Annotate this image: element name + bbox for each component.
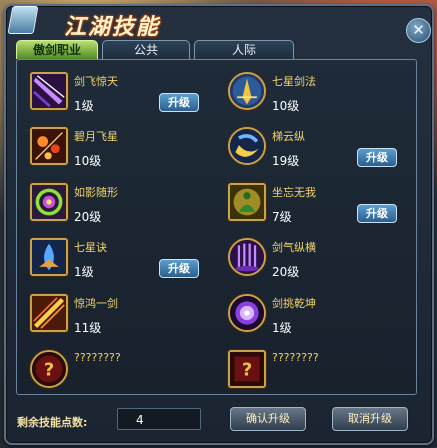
upgrade-button[interactable]: 升级 (159, 93, 199, 112)
skill-name: 剑飞惊天 (74, 75, 118, 88)
svg-text:?: ? (44, 359, 54, 380)
blue-crescent-icon[interactable] (228, 127, 266, 165)
unknown-square-icon[interactable]: ? (228, 350, 266, 388)
skill-level: 20级 (272, 265, 300, 279)
purple-sword-rain-icon[interactable] (228, 238, 266, 276)
skill-name: ???????? (272, 351, 319, 364)
skill-slot: 剑气纵横 20级 (228, 238, 408, 288)
skill-slot: 惊鸿一剑 11级 (30, 294, 210, 344)
skill-level: 10级 (272, 99, 300, 113)
skill-name: 剑气纵横 (272, 241, 316, 254)
skill-slot: 剑飞惊天 1级 升级 (30, 72, 210, 122)
skill-slot: 坐忘无我 7级 升级 (228, 183, 408, 233)
skill-slot: 碧月飞星 10级 (30, 127, 210, 177)
skill-level: 10级 (74, 154, 102, 168)
skill-points-field (117, 408, 201, 430)
skill-level: 1级 (74, 265, 94, 279)
tab-social[interactable]: 人际 (194, 40, 294, 59)
flying-stars-icon[interactable] (30, 127, 68, 165)
upgrade-button[interactable]: 升级 (159, 259, 199, 278)
confirm-upgrade-button[interactable]: 确认升级 (230, 407, 306, 431)
skill-slot: 梯云纵 19级 升级 (228, 127, 408, 177)
skill-level: 7级 (272, 210, 292, 224)
window-badge-icon (7, 6, 39, 34)
fire-sword-icon[interactable] (30, 294, 68, 332)
skill-level: 19级 (272, 154, 300, 168)
golden-swordsman-icon[interactable] (228, 72, 266, 110)
purple-orb-icon[interactable] (228, 294, 266, 332)
skill-name: 坐忘无我 (272, 186, 316, 199)
skill-name: 梯云纵 (272, 130, 305, 143)
tab-public[interactable]: 公共 (102, 40, 190, 59)
skill-name: ???????? (74, 351, 121, 364)
skill-name: 七星诀 (74, 241, 107, 254)
unknown-round-icon[interactable]: ? (30, 350, 68, 388)
skill-slot: 如影随形 20级 (30, 183, 210, 233)
upgrade-button[interactable]: 升级 (357, 148, 397, 167)
skill-slot-locked: ? ???????? (228, 350, 408, 400)
tab-aojian-profession[interactable]: 傲剑职业 (16, 40, 98, 59)
skill-slot: 七星剑法 10级 (228, 72, 408, 122)
skill-name: 七星剑法 (272, 75, 316, 88)
blue-flame-icon[interactable] (30, 238, 68, 276)
skill-slot: 剑挑乾坤 1级 (228, 294, 408, 344)
purple-sword-slash-icon[interactable] (30, 72, 68, 110)
skill-name: 碧月飞星 (74, 130, 118, 143)
skill-list-panel: 剑飞惊天 1级 升级 七星剑法 10级 碧月飞星 10级 梯云纵 19级 升级 … (16, 59, 417, 395)
cancel-upgrade-button[interactable]: 取消升级 (332, 407, 408, 431)
skill-name: 如影随形 (74, 186, 118, 199)
skill-level: 11级 (74, 321, 102, 335)
skill-slot: 七星诀 1级 升级 (30, 238, 210, 288)
green-spiral-icon[interactable] (30, 183, 68, 221)
svg-text:?: ? (242, 359, 252, 380)
meditation-icon[interactable] (228, 183, 266, 221)
close-button[interactable]: ✕ (406, 18, 431, 43)
skill-level: 1级 (272, 321, 292, 335)
skill-slot-locked: ? ???????? (30, 350, 210, 400)
skill-name: 剑挑乾坤 (272, 297, 316, 310)
skill-points-label: 剩余技能点数: (17, 416, 88, 429)
skill-name: 惊鸿一剑 (74, 297, 118, 310)
skill-points-value: 4 (136, 413, 144, 427)
skill-level: 20级 (74, 210, 102, 224)
skill-level: 1级 (74, 99, 94, 113)
upgrade-button[interactable]: 升级 (357, 204, 397, 223)
window-title: 江湖技能 (64, 15, 161, 40)
tab-bar: 傲剑职业 公共 人际 (16, 40, 294, 59)
